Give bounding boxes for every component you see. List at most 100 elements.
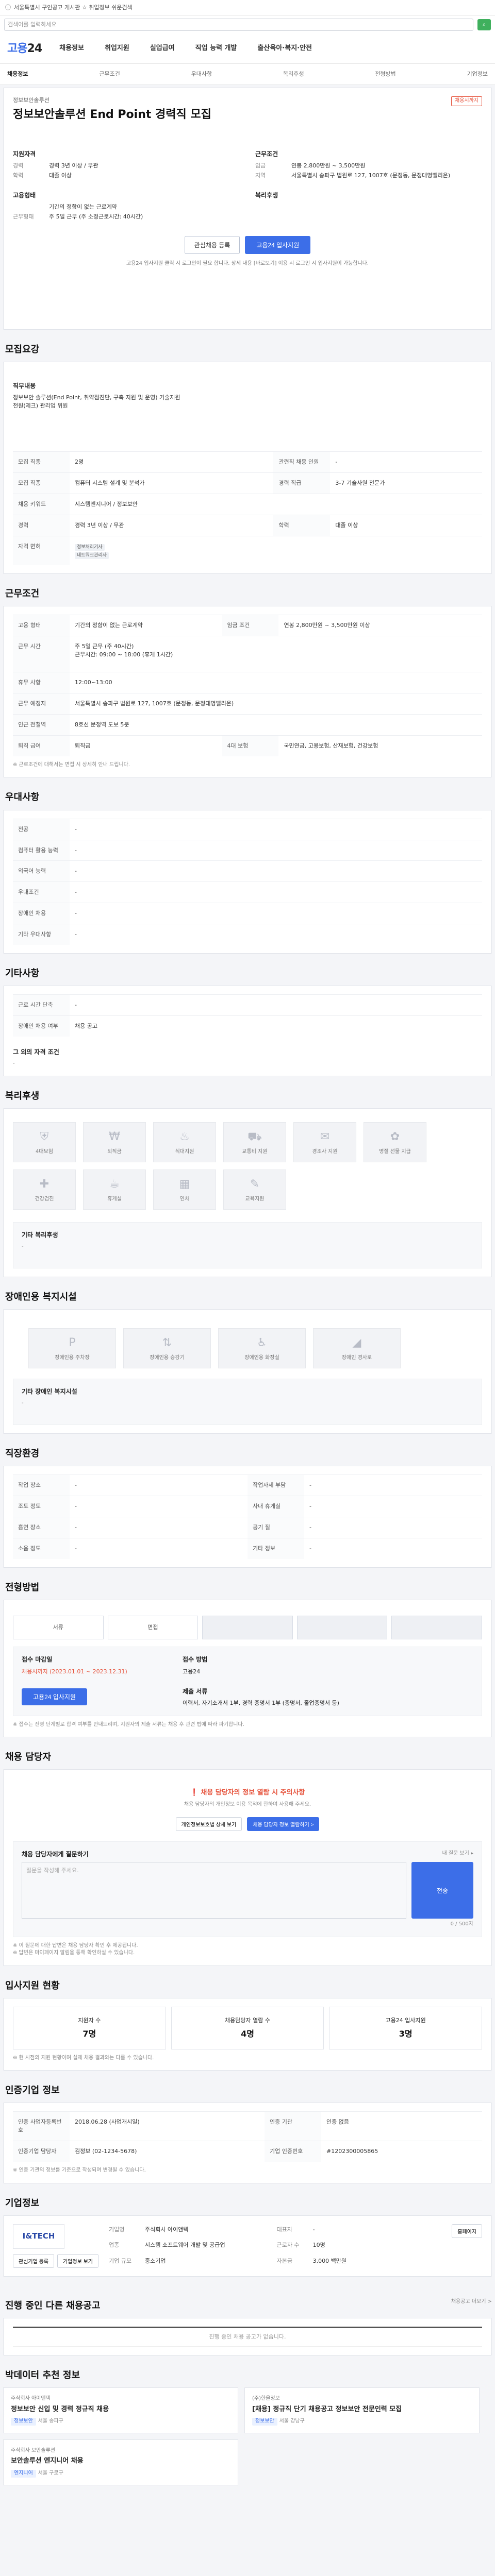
disabled-item: ♿ 장애인용 화장실 bbox=[218, 1328, 306, 1369]
welfare-item: ₩ 퇴직금 bbox=[83, 1122, 146, 1163]
more-jobs-link[interactable]: 채용공고 더보기 > bbox=[451, 2298, 492, 2306]
career-value: 경력 3년 이상 / 무관 bbox=[49, 162, 98, 170]
location-value: 서울특별시 송파구 법원로 127, 1007호 (문정동, 문정대명벨리온) bbox=[291, 172, 451, 179]
stat-online: 고용24 입사지원 3명 bbox=[329, 2006, 483, 2049]
menu-welfare[interactable]: 출산육아·복지·안전 bbox=[257, 44, 312, 54]
disabled-item: ◢ 장애인 경사로 bbox=[313, 1328, 401, 1369]
qualification-label: 지원자격 bbox=[13, 150, 36, 158]
reco-card[interactable]: 주식회사 보안솔루션 보안솔루션 엔지니어 채용 엔지니어 서울 구로구 bbox=[3, 2439, 238, 2485]
homepage-button[interactable]: 홈페이지 bbox=[452, 2224, 482, 2238]
step-empty bbox=[296, 1616, 388, 1640]
present-icon: ✿ bbox=[390, 1130, 400, 1143]
step-document: 서류 bbox=[13, 1616, 104, 1640]
employment-type-value: 기간의 정함이 없는 근로계약 bbox=[49, 204, 117, 211]
rest-icon: ☕ bbox=[109, 1177, 120, 1191]
elevator-icon: ⇅ bbox=[162, 1336, 172, 1350]
step-empty bbox=[391, 1616, 482, 1640]
info-card: 인증 사업자등록번호 2018.06.28 (사업개시일) 인증 기관 인증 없음 인… bbox=[3, 2103, 492, 2183]
step-interview: 면접 bbox=[107, 1616, 199, 1640]
site-header: 고용24 채용정보 취업지원 실업급여 직업 능력 개발 출산육아·복지·안전 bbox=[0, 34, 495, 64]
reco-card[interactable]: (주)한울정보 [채용] 정규직 단기 채용공고 정보보안 전문인력 모집 정보… bbox=[244, 2387, 480, 2433]
job-summary-card: 정보보안솔루션 정보보안솔루션 End Point 경력직 모집 채용시까지 지… bbox=[3, 88, 492, 330]
warning-icon: ❗ bbox=[190, 1789, 199, 1797]
privacy-detail-button[interactable]: 개인정보보호법 상세 보기 bbox=[175, 1817, 242, 1831]
money-icon: ₩ bbox=[109, 1130, 120, 1143]
search-icon: ⌕ bbox=[482, 21, 486, 28]
tab-process[interactable]: 전형방법 bbox=[375, 70, 395, 78]
section-title-stats: 입사지원 현황 bbox=[5, 1980, 60, 1991]
section-title-preferences: 우대사항 bbox=[5, 792, 40, 803]
duty-table: 모집 직종 2명 관련직 채용 인원 - 모집 직종 컴퓨터 시스템 설계 및 분석가 경… bbox=[13, 451, 482, 566]
menu-training[interactable]: 직업 능력 개발 bbox=[195, 44, 237, 54]
employment-type-label: 고용형태 bbox=[13, 192, 36, 199]
gift-icon: ✉ bbox=[320, 1130, 330, 1143]
table-row: 퇴직 급여 퇴직금 4대 보험 국민연금, 고용보험, 산재보험, 건강보험 bbox=[13, 735, 482, 756]
welfare-item: ✎ 교육지원 bbox=[223, 1170, 286, 1210]
section-title-reco: 박데이터 추천 정보 bbox=[5, 2369, 80, 2381]
save-job-button[interactable]: 관심채용 등록 bbox=[184, 236, 240, 255]
favorite-company-button[interactable]: 관심기업 등록 bbox=[13, 2253, 54, 2268]
reco-card[interactable]: 주식회사 아이앤텍 정보보안 신입 및 경력 정규직 채용 정보보안 서울 송파… bbox=[3, 2387, 238, 2433]
menu-benefit[interactable]: 실업급여 bbox=[150, 44, 175, 54]
etc-other-value: - bbox=[13, 1060, 15, 1066]
table-row: 우대조건 - bbox=[13, 882, 482, 903]
welfare-item: ⛟ 교통비 지원 bbox=[223, 1122, 286, 1163]
table-row: 경력 경력 3년 이상 / 무관 학력 대졸 이상 bbox=[13, 515, 482, 536]
conditions-card: 고용 형태 기간의 정함이 없는 근로계약 임금 조건 연봉 2,800만원 ~ 3,… bbox=[3, 606, 492, 778]
work-time-value: 주 5일 근무 (주 소정근로시간: 40시간) bbox=[49, 213, 143, 221]
table-row: 작업 장소 - 작업자세 부담 - bbox=[13, 1475, 482, 1496]
site-logo[interactable]: 고용24 bbox=[7, 41, 42, 57]
view-contact-button[interactable]: 채용 담당자 정보 열람하기 > bbox=[247, 1817, 320, 1831]
search-input[interactable]: 검색어를 입력하세요 bbox=[4, 19, 473, 31]
table-row: 모집 직종 컴퓨터 시스템 설계 및 분석가 경력 직급 3-7 기술사원 전문가 bbox=[13, 472, 482, 494]
insurance-icon: ⛨ bbox=[40, 1130, 49, 1143]
calendar-icon: ▦ bbox=[179, 1177, 190, 1191]
toilet-icon: ♿ bbox=[257, 1336, 267, 1350]
info-table: 인증 사업자등록번호 2018.06.28 (사업개시일) 인증 기관 인증 없음 인… bbox=[13, 2111, 482, 2162]
table-row: 조도 정도 - 사내 휴게실 - bbox=[13, 1496, 482, 1517]
conditions-table: 고용 형태 기간의 정함이 없는 근로계약 임금 조건 연봉 2,800만원 ~ 3,… bbox=[13, 615, 482, 756]
section-title-company: 기업정보 bbox=[5, 2197, 40, 2209]
company-info-button[interactable]: 기업정보 보기 bbox=[57, 2253, 98, 2268]
duty-text: 정보보안 솔루션(End Point, 취약점진단, 구축 지원 및 운영) 기… bbox=[13, 394, 180, 410]
disabled-card: P 장애인용 주차장 ⇅ 장애인용 승강기 ♿ 장애인용 화장실 ◢ 장애인 경사로 기… bbox=[3, 1309, 492, 1434]
tab-conditions[interactable]: 근무조건 bbox=[99, 70, 120, 78]
apply-button[interactable]: 고용24 입사지원 bbox=[245, 236, 311, 255]
list-item: 진행 중인 채용 공고가 없습니다. bbox=[13, 2328, 482, 2347]
welfare-item: ✚ 건강검진 bbox=[13, 1170, 76, 1210]
table-row: 컴퓨터 활용 능력 - bbox=[13, 839, 482, 861]
table-row: 휴무 사항 12:00~13:00 bbox=[13, 672, 482, 693]
my-question-link[interactable]: 내 질문 보기 ▸ bbox=[442, 1850, 473, 1862]
table-row: 인증기업 담당자 김정보 (02-1234-5678) 기업 인증번호 #120230… bbox=[13, 2141, 482, 2162]
welfare-extra: 기타 복리후생 - bbox=[13, 1222, 482, 1269]
section-title-info: 인증기업 정보 bbox=[5, 2085, 60, 2096]
table-row: 근로 시간 단축 - bbox=[13, 994, 482, 1016]
menu-jobs[interactable]: 채용정보 bbox=[59, 44, 84, 54]
stats-row: 지원자 수 7명 채용담당자 열람 수 4명 고용24 입사지원 3명 bbox=[13, 2006, 483, 2049]
search-button[interactable]: ⌕ bbox=[477, 19, 491, 30]
table-row: 근무 예정지 서울특별시 송파구 법원로 127, 1007호 (문정동, 문정대… bbox=[13, 693, 482, 715]
qna-submit-button[interactable]: 전송 bbox=[411, 1862, 473, 1919]
table-row: 기타 우대사항 - bbox=[13, 924, 482, 945]
apply-button-2[interactable]: 고용24 입사지원 bbox=[22, 1688, 87, 1705]
disabled-item: ⇅ 장애인용 승강기 bbox=[123, 1328, 211, 1369]
process-note: ※ 접수는 전형 단계별로 합격 여부를 안내드리며, 지원자의 제출 서류는 … bbox=[13, 1721, 244, 1727]
welfare-item: ✉ 경조사 지원 bbox=[293, 1122, 356, 1163]
welfare-item: ✿ 명절 선물 지급 bbox=[364, 1122, 426, 1163]
tab-recruit[interactable]: 채용정보 bbox=[7, 70, 28, 78]
deadline-badge: 채용시까지 bbox=[451, 96, 482, 106]
tab-company[interactable]: 기업정보 bbox=[467, 70, 487, 78]
disabled-extra: 기타 장애인 복지시설 - bbox=[13, 1379, 482, 1426]
menu-support[interactable]: 취업지원 bbox=[105, 44, 129, 54]
meal-icon: ♨ bbox=[179, 1130, 190, 1143]
qna-textarea[interactable]: 질문을 작성해 주세요. bbox=[22, 1862, 406, 1919]
etc-table: 근로 시간 단축 - 장애인 채용 여부 채용 공고 bbox=[13, 994, 482, 1037]
pay-value: 연봉 2,800만원 ~ 3,500만원 bbox=[291, 162, 366, 170]
process-info: 접수 마감일 채용시까지 (2023.01.01 ~ 2023.12.31) 고… bbox=[13, 1647, 482, 1716]
table-row: 외국어 능력 - bbox=[13, 860, 482, 882]
tab-welfare[interactable]: 복리후생 bbox=[283, 70, 304, 78]
main-menu: 채용정보 취업지원 실업급여 직업 능력 개발 출산육아·복지·안전 bbox=[59, 44, 312, 54]
section-title-process: 전형방법 bbox=[5, 1582, 40, 1594]
table-row: 인근 전철역 8호선 문정역 도보 5분 bbox=[13, 714, 482, 736]
tab-preferences[interactable]: 우대사항 bbox=[191, 70, 212, 78]
